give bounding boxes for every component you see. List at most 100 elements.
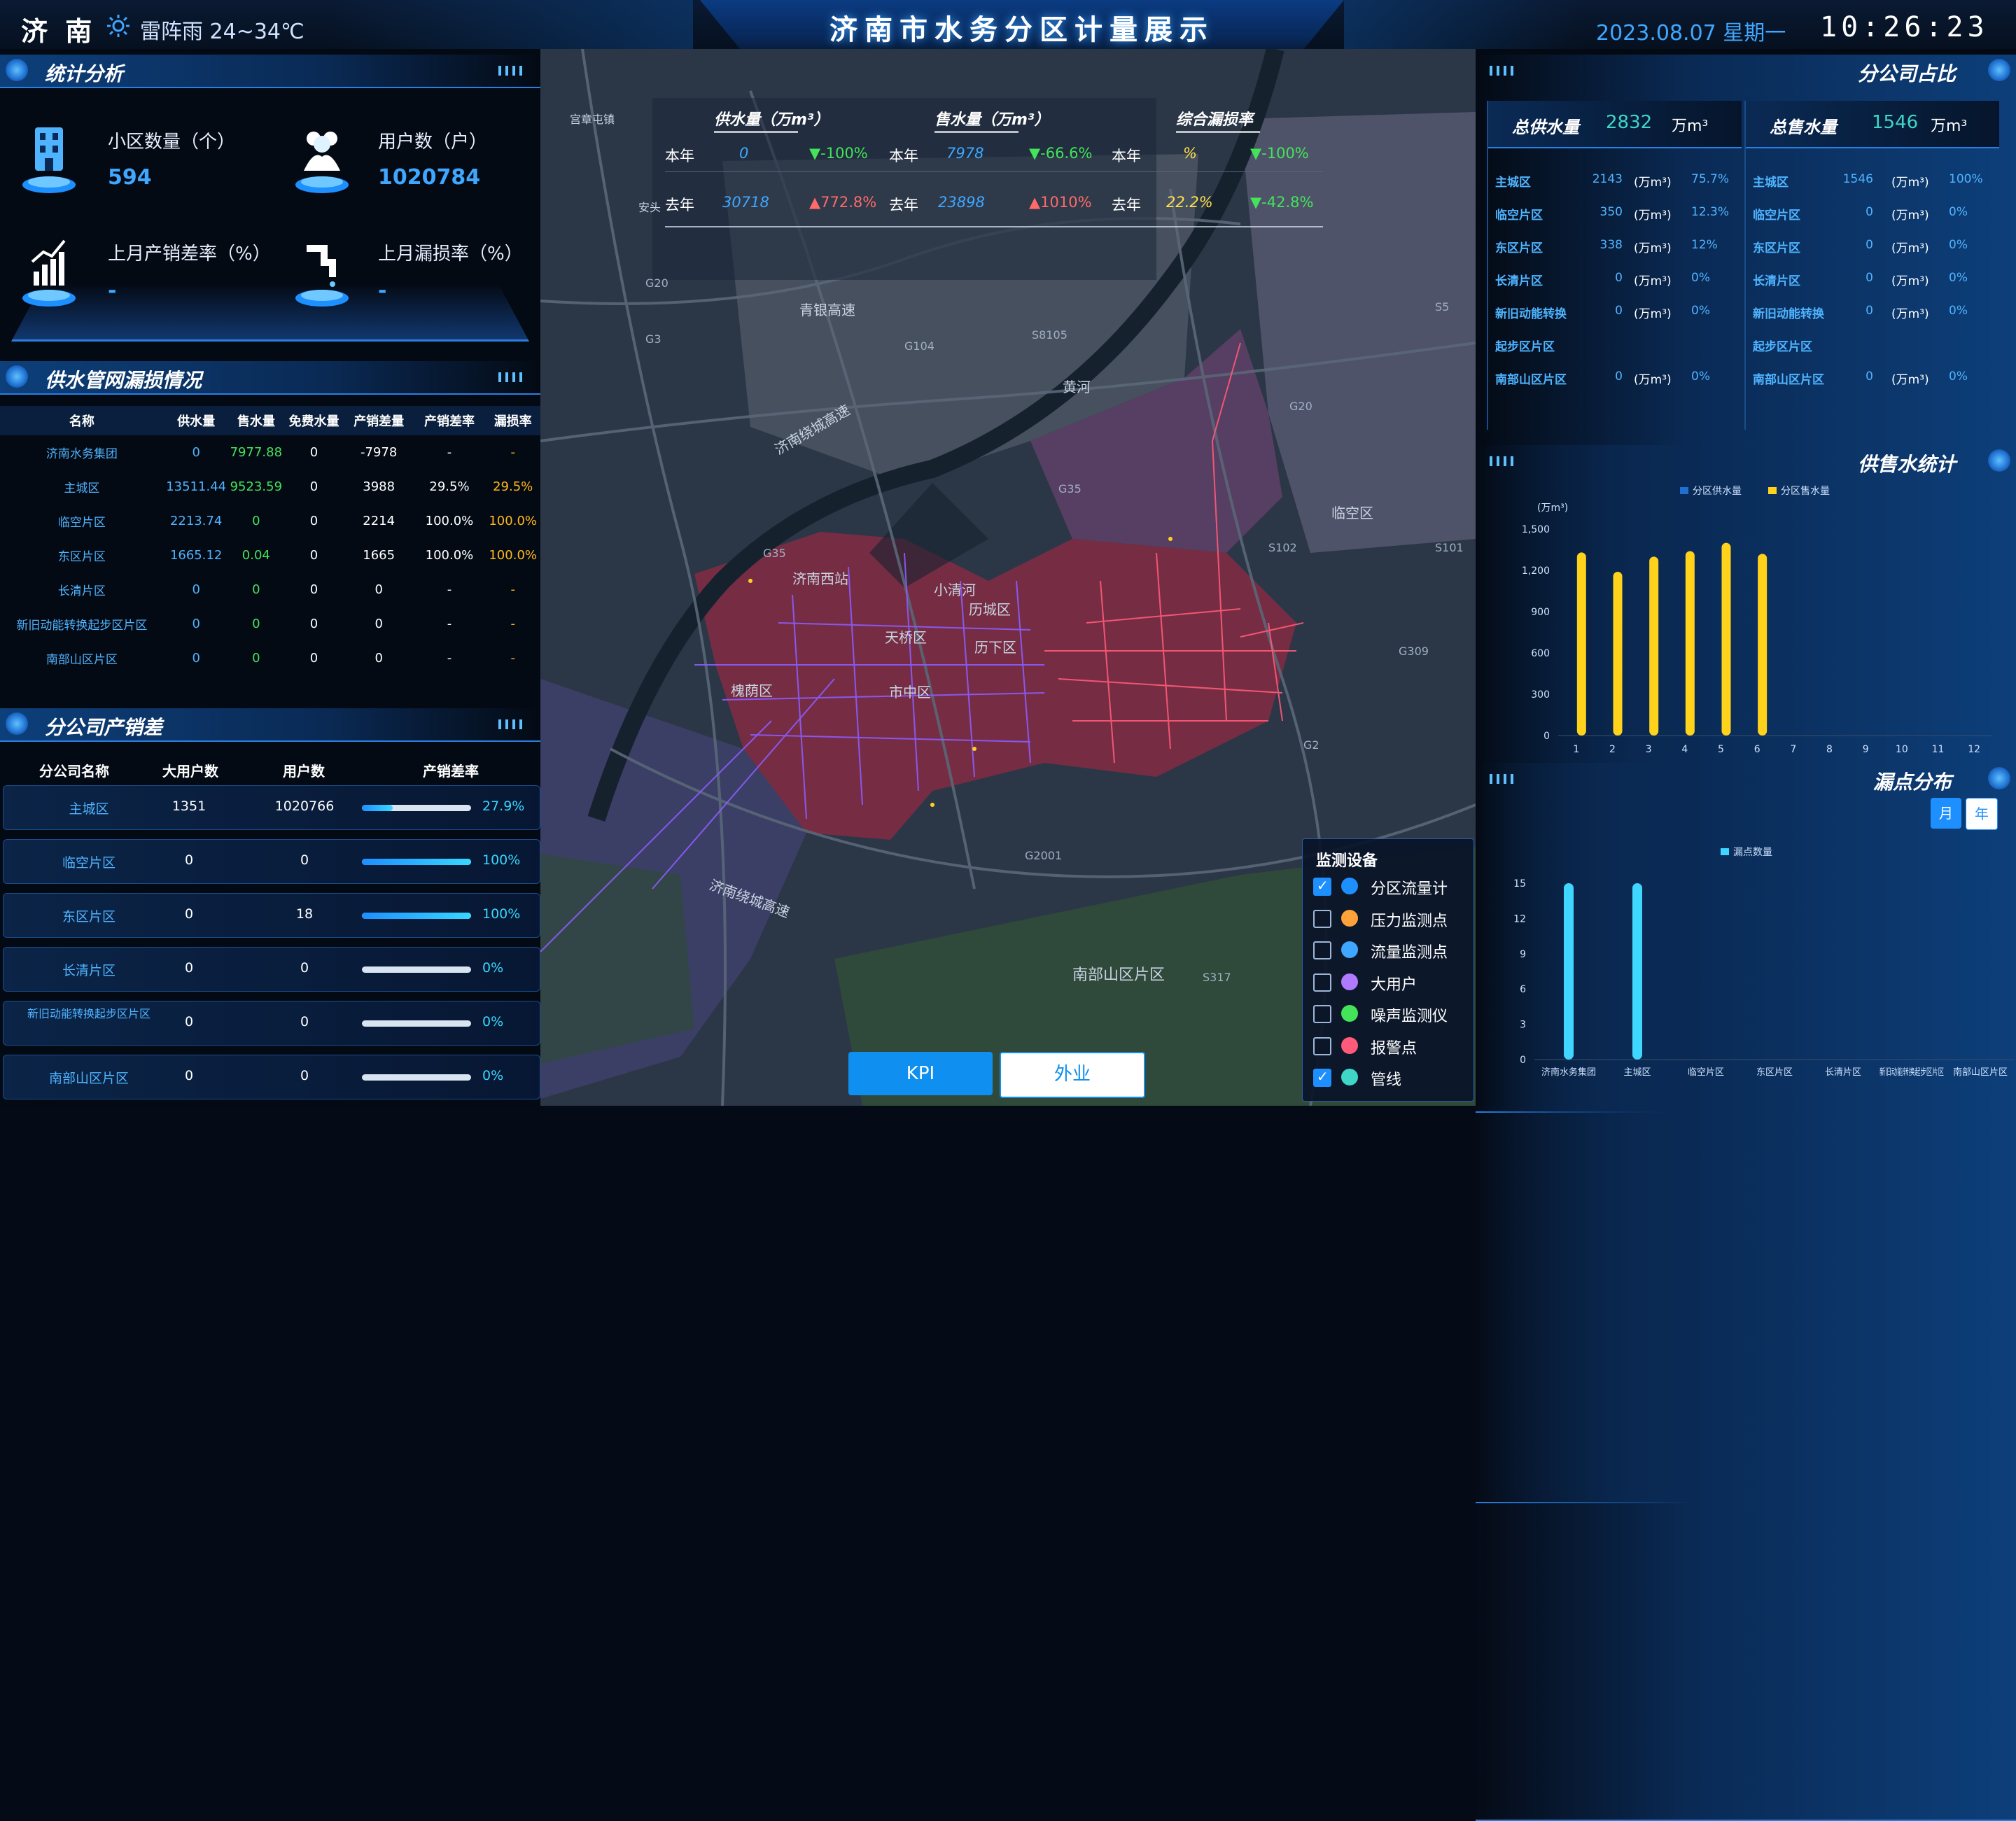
kpi-loss-last-change: ▼-42.8% [1250,194,1314,211]
bar[interactable] [1685,551,1695,736]
col-header-leak-rate: 漏损率 [485,406,540,435]
legend-item-label: 大用户 [1371,976,1418,994]
legend-checkbox[interactable] [1313,1068,1331,1087]
tab-month-button[interactable]: 月 [1931,798,1961,829]
kpi-this-year-label: 本年 [1112,148,1141,164]
kpi-sale-last: 23898 [938,194,985,211]
prod-row-progress-fill [362,859,471,865]
weather-sun-icon [107,15,130,37]
header-bars-icon [1490,66,1518,76]
svg-text:槐荫区: 槐荫区 [731,682,773,699]
stats-panel-title: 统计分析 [45,62,124,85]
legend-item-label: 噪声监测仪 [1371,1008,1448,1025]
legend-label: 漏点数量 [1733,847,1772,858]
bar[interactable] [1649,556,1659,736]
table-cell: 2214 [363,514,396,528]
legend-item-label: 压力监测点 [1371,912,1448,930]
share-row-percent: 0% [1949,304,1968,318]
x-tick-label: 济南水务集团 [1541,1067,1596,1078]
kpi-last-year-label: 去年 [1112,197,1141,213]
legend-item[interactable]: 流量监测点 [1312,937,1473,962]
table-cell: - [510,582,515,597]
bar[interactable] [1632,883,1642,1060]
table-row[interactable]: 临空片区 2213.74 0 0 2214 100.0% 100.0% [0,504,540,538]
table-cell: 0 [252,651,260,666]
prod-row[interactable]: 东区片区 0 18 100% [3,893,540,938]
prod-table-header: 分公司名称 大用户数 用户数 产销差率 [0,754,540,782]
share-row-value: 338 [1600,238,1623,252]
bar[interactable] [1758,554,1768,736]
table-row[interactable]: 南部山区片区 0 0 0 0 - - [0,641,540,675]
legend-item[interactable]: 管线 [1312,1064,1473,1090]
bar[interactable] [1564,883,1574,1060]
prod-row[interactable]: 临空片区 0 0 100% [3,839,540,884]
share-row-name: 南部山区片区 [1495,373,1567,387]
leak-dist-title: 漏点分布 [1873,771,1952,794]
chart-up-icon [22,239,76,307]
prod-row[interactable]: 新旧动能转换起步区片区 0 0 0% [3,1001,540,1046]
share-row-percent: 75.7% [1691,172,1730,186]
stat-value-communities: 594 [108,165,152,190]
share-row-name: 新旧动能转换 [1495,307,1567,321]
kpi-divider [665,171,1323,172]
share-panel-title: 分公司占比 [1858,62,1956,85]
share-row-unit: (万m³) [1634,176,1672,190]
kpi-last-year-label: 去年 [665,197,694,213]
date-text: 2023.08.07 星期一 [1596,21,1786,45]
legend-item[interactable]: 压力监测点 [1312,906,1473,931]
building-icon [22,127,76,193]
table-row[interactable]: 长清片区 0 0 0 0 - - [0,572,540,607]
prod-row-progress [362,1074,471,1081]
svg-text:黄河: 黄河 [1063,379,1091,395]
prod-row[interactable]: 主城区 1351 1020766 27.9% [3,785,540,830]
table-cell: 100.0% [425,548,474,563]
svg-text:G2: G2 [1303,738,1320,752]
share-row: 起步区片区 [1746,328,1999,361]
prod-row[interactable]: 长清片区 0 0 0% [3,947,540,992]
table-row[interactable]: 主城区 13511.44 9523.59 0 3988 29.5% 29.5% [0,470,540,504]
legend-item[interactable]: 报警点 [1312,1033,1473,1058]
svg-text:南部山区片区: 南部山区片区 [1072,966,1165,984]
total-sale-value: 1546 [1872,112,1919,133]
share-row-unit: (万m³) [1891,373,1929,387]
tab-year-button[interactable]: 年 [1966,798,1998,830]
table-cell: 29.5% [429,479,470,494]
share-row-unit: (万m³) [1634,307,1672,321]
share-row-percent: 12% [1691,238,1718,252]
legend-checkbox[interactable] [1313,1005,1331,1023]
bar[interactable] [1576,552,1586,736]
legend-item[interactable]: 大用户 [1312,969,1473,994]
legend-checkbox[interactable] [1313,941,1331,959]
kpi-button[interactable]: KPI [848,1052,993,1095]
bar[interactable] [1721,542,1731,736]
prod-row-progress [362,966,471,973]
legend-item[interactable]: 噪声监测仪 [1312,1001,1473,1026]
legend-checkbox[interactable] [1313,909,1331,928]
y-tick-label: 900 [1531,607,1550,618]
prod-row-big-users: 0 [184,960,194,976]
legend-item[interactable]: 分区流量计 [1312,873,1473,899]
table-row[interactable]: 东区片区 1665.12 0.04 0 1665 100.0% 100.0% [0,538,540,572]
weather-text: 雷阵雨 24~34℃ [140,20,304,44]
prod-row-name: 南部山区片区 [48,1071,129,1086]
prod-row-big-users: 1351 [172,799,206,814]
svg-text:S8105: S8105 [1032,328,1068,342]
prod-row-users: 1020766 [274,799,335,814]
table-row[interactable]: 新旧动能转换起步区片区 0 0 0 0 - - [0,607,540,641]
stats-platform [11,283,529,342]
sale-share-header: 总售水量 1546 万m³ [1746,101,1999,148]
legend-checkbox[interactable] [1313,877,1331,896]
legend-checkbox[interactable] [1313,973,1331,992]
prod-row-name: 临空片区 [62,855,115,871]
kpi-head-loss: 综合漏损率 [1176,111,1254,129]
share-row-percent: 0% [1949,205,1968,219]
field-work-button[interactable]: 外业 [1000,1052,1145,1098]
share-row: 主城区 1546 (万m³) 100% [1746,164,1999,197]
table-cell: 0 [192,582,200,597]
x-tick-label: 4 [1681,744,1688,755]
prod-row[interactable]: 南部山区片区 0 0 0% [3,1055,540,1099]
legend-checkbox[interactable] [1313,1036,1331,1055]
table-header-row: 名称 供水量 售水量 免费水量 产销差量 产销差率 漏损率 [0,406,540,435]
bar[interactable] [1613,571,1623,736]
table-row[interactable]: 济南水务集团 0 7977.88 0 -7978 - - [0,435,540,470]
